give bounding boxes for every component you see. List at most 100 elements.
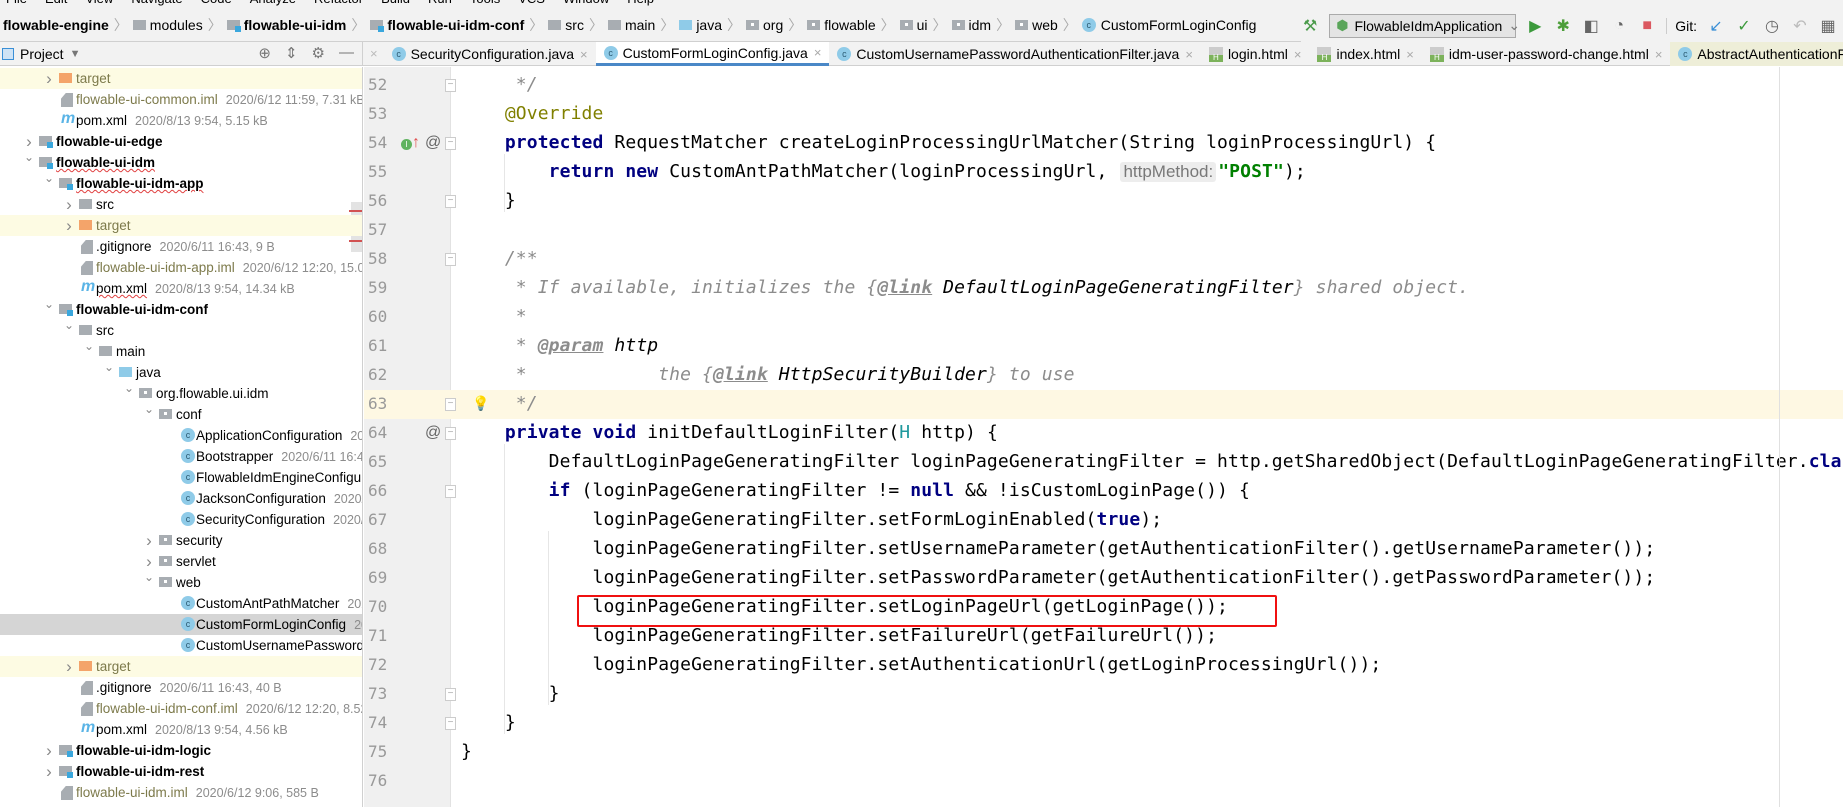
tree-item[interactable]: ⌄ web [0,570,362,593]
tab-index-html[interactable]: Hindex.html × [1309,42,1421,66]
breadcrumb-item[interactable]: modules [130,17,206,33]
tree-item[interactable]: cCustomFormLoginConfig 202 [0,614,362,635]
menu-item-view[interactable]: View [85,0,113,9]
breadcrumb-item[interactable]: flowable-ui-idm [224,17,350,33]
tree-item[interactable]: cSecurityConfiguration 2020/6 [0,509,362,530]
menu-item-help[interactable]: Help [627,0,654,9]
chevron-right-icon[interactable]: › [63,195,75,215]
line-number[interactable]: 74 [368,713,387,732]
fold-marker-icon[interactable]: − [445,485,456,498]
close-icon[interactable]: × [1294,47,1302,62]
project-panel-title[interactable]: Project [20,46,64,62]
tree-item[interactable]: ⌄ java [0,360,362,383]
tab-customformloginconfig-java[interactable]: c CustomFormLoginConfig.java × [595,42,830,66]
collapse-all-icon[interactable]: ⇕ [285,44,298,62]
git-commit-icon[interactable]: ✓ [1735,16,1753,36]
tree-item[interactable]: ⌄ flowable-ui-idm-app [0,171,362,194]
breadcrumb-item[interactable]: main [605,17,658,33]
tree-item[interactable]: ⌄ flowable-ui-idm-conf [0,297,362,320]
menu-item-analyze[interactable]: Analyze [250,0,296,9]
chevron-right-icon[interactable]: › [143,531,155,551]
fold-marker-icon[interactable]: − [445,427,456,440]
menu-item-navigate[interactable]: Navigate [131,0,182,9]
close-icon[interactable]: × [580,47,588,62]
menu-item-window[interactable]: Window [563,0,609,9]
tab-idm-user-password-change-html[interactable]: Hidm-user-password-change.html × [1422,42,1671,66]
line-number[interactable]: 66 [368,481,387,500]
build-hammer-icon[interactable]: ⚒ [1301,16,1319,36]
tree-item[interactable]: flowable-ui-idm.iml 2020/6/12 9:06, 585 B [0,782,362,803]
chevron-down-icon[interactable]: ⌄ [83,339,95,353]
tree-item[interactable]: › target [0,656,362,677]
git-update-icon[interactable]: ↙ [1707,16,1725,36]
breadcrumb-item[interactable]: web [1012,17,1061,33]
fold-marker-icon[interactable]: − [445,79,456,92]
fold-marker-icon[interactable]: − [445,688,456,701]
line-number[interactable]: 53 [368,104,387,123]
gear-icon[interactable]: ⚙ [312,44,325,62]
tree-item[interactable]: ⌄ src [0,318,362,341]
coverage-icon[interactable]: ◧ [1582,16,1600,36]
tree-item[interactable]: .gitignore 2020/6/11 16:43, 40 B [0,677,362,698]
locate-icon[interactable]: ⊕ [258,44,271,62]
tree-item[interactable]: ⌄ org.flowable.ui.idm [0,381,362,404]
chevron-right-icon[interactable]: › [43,741,55,761]
tree-item[interactable]: › target [0,68,362,89]
breadcrumb-item[interactable]: flowable-engine [0,17,112,33]
breadcrumb-item[interactable]: flowable-ui-idm-conf [367,17,527,33]
menu-item-file[interactable]: File [6,0,27,9]
tree-item[interactable]: › src [0,194,362,215]
line-number[interactable]: 75 [368,742,387,761]
chevron-down-icon[interactable]: ⌄ [143,570,155,584]
line-number[interactable]: 69 [368,568,387,587]
menu-item-tools[interactable]: Tools [470,0,500,9]
line-number[interactable]: 63 [368,394,387,413]
fold-marker-icon[interactable]: − [445,717,456,730]
tree-item[interactable]: m pom.xml 2020/8/13 9:54, 5.15 kB [0,110,362,131]
line-number[interactable]: 60 [368,307,387,326]
line-number[interactable]: 54 [368,133,387,152]
chevron-right-icon[interactable]: › [43,69,55,89]
breadcrumb-item[interactable]: flowable [804,17,878,33]
close-icon[interactable]: × [1185,47,1193,62]
breadcrumb-item[interactable]: ui [897,17,931,33]
tree-item[interactable]: c CustomUsernamePasswordA [0,635,362,656]
tab-login-html[interactable]: Hlogin.html × [1201,42,1310,66]
minimize-icon[interactable]: — [339,44,354,62]
chevron-down-icon[interactable]: ⌄ [123,381,135,395]
breadcrumb-item[interactable]: idm [949,17,995,33]
tab-abstractauthenticationfilterconfigur[interactable]: c AbstractAuthenticationFilterConfigur [1670,42,1843,66]
close-icon[interactable]: × [1655,47,1663,62]
line-number[interactable]: 52 [368,75,387,94]
line-number[interactable]: 61 [368,336,387,355]
tree-item[interactable]: .gitignore 2020/6/11 16:43, 9 B [0,236,362,257]
line-number[interactable]: 76 [368,771,387,790]
stop-icon[interactable]: ■ [1638,17,1656,35]
fold-marker-icon[interactable]: − [445,137,456,150]
tree-item[interactable]: flowable-ui-common.iml 2020/6/12 11:59, 7… [0,89,362,110]
chevron-down-icon[interactable]: ⌄ [23,150,35,164]
line-number[interactable]: 59 [368,278,387,297]
tree-item[interactable]: c FlowableIdmEngineConfigura [0,467,362,488]
tab-securityconfiguration-java[interactable]: c SecurityConfiguration.java × [384,42,596,66]
chevron-right-icon[interactable]: › [43,762,55,782]
tree-item[interactable]: cApplicationConfiguration 2020 [0,425,362,446]
tree-item[interactable]: c Bootstrapper 2020/6/11 16:43 [0,446,362,467]
menu-item-vcs[interactable]: VCS [518,0,545,9]
line-number[interactable]: 72 [368,655,387,674]
dropdown-icon[interactable]: ▼ [70,48,81,60]
annotation-icon[interactable]: @ [425,424,441,442]
menu-item-code[interactable]: Code [201,0,232,9]
line-number[interactable]: 58 [368,249,387,268]
close-icon[interactable]: × [814,45,822,60]
chevron-right-icon[interactable]: › [143,552,155,572]
fold-marker-icon[interactable]: − [445,195,456,208]
run-icon[interactable]: ▶ [1526,16,1544,36]
chevron-down-icon[interactable]: ⌄ [63,318,75,332]
chevron-down-icon[interactable]: ⌄ [143,402,155,416]
line-number[interactable]: 56 [368,191,387,210]
tree-item[interactable]: › flowable-ui-edge [0,131,362,152]
fold-marker-icon[interactable]: − [445,398,456,411]
project-structure-icon[interactable]: ▦ [1819,16,1837,36]
tree-item[interactable]: flowable-ui-idm-app.iml 2020/6/12 12:20, … [0,257,362,278]
